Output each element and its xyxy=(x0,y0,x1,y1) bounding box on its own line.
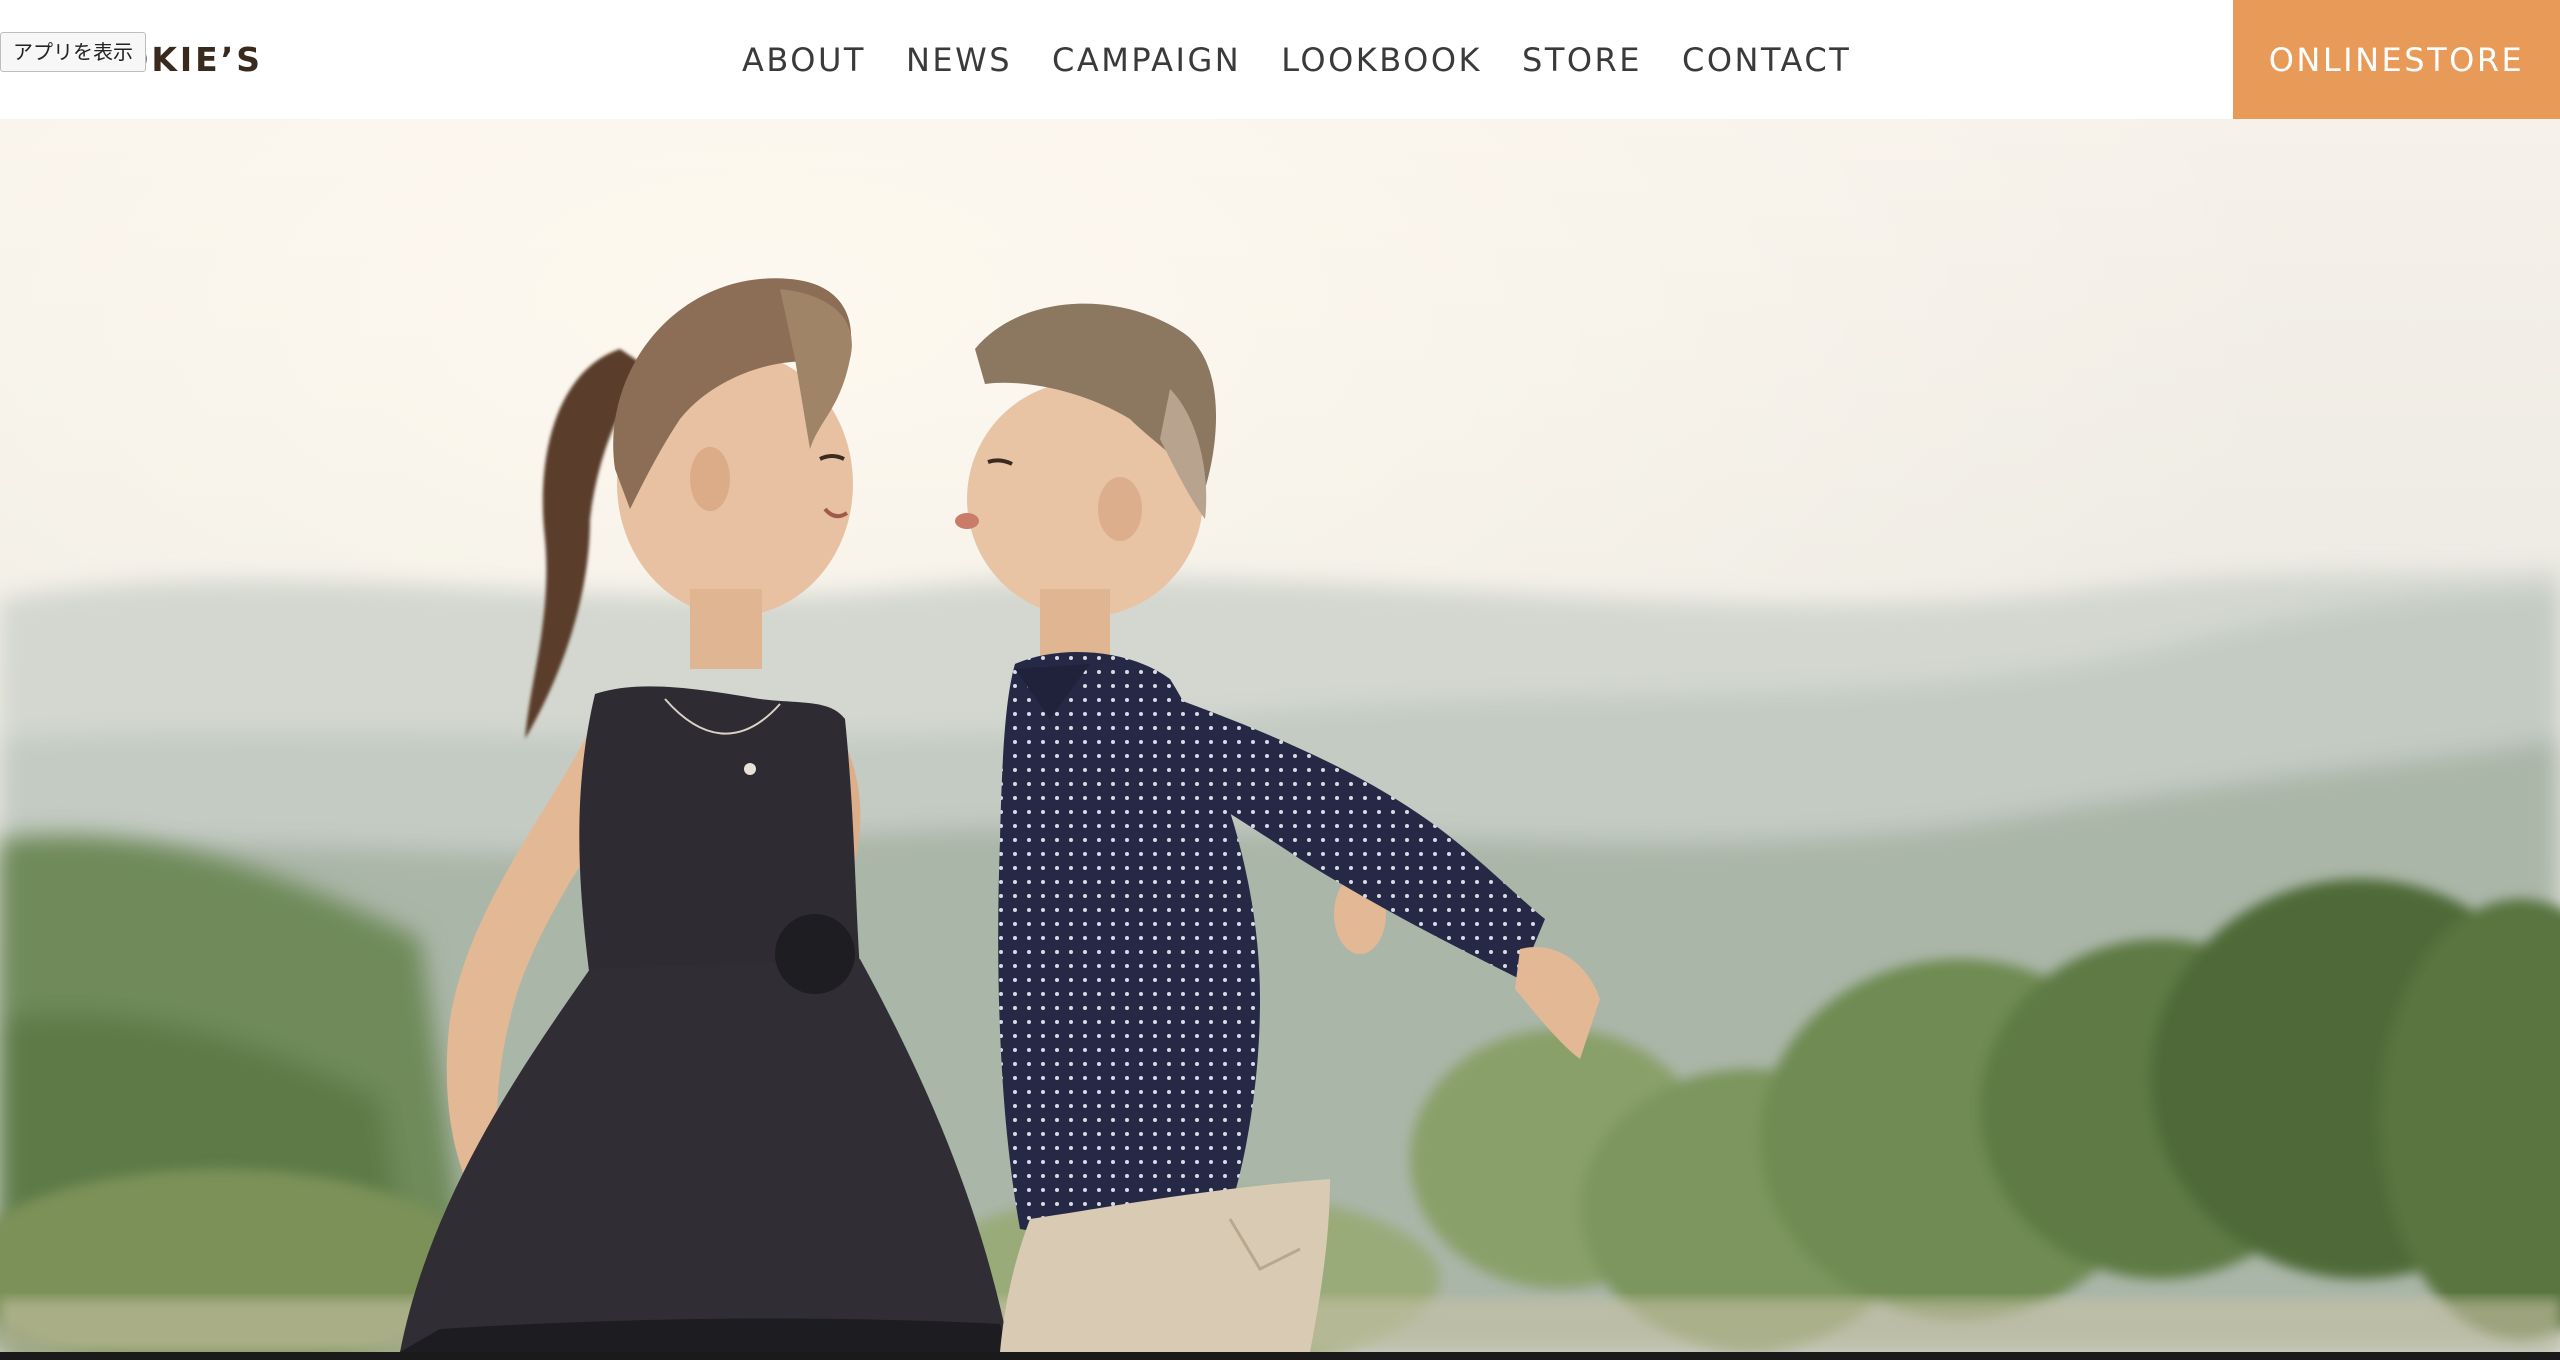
nav-store[interactable]: STORE xyxy=(1522,38,1642,82)
nav-about[interactable]: ABOUT xyxy=(742,38,866,82)
online-store-button[interactable]: ONLINESTORE xyxy=(2233,0,2560,119)
hero-image xyxy=(0,119,2560,1352)
main-nav: ABOUT NEWS CAMPAIGN LOOKBOOK STORE CONTA… xyxy=(742,38,1851,82)
nav-campaign[interactable]: CAMPAIGN xyxy=(1052,38,1241,82)
site-header: COOKIE’S アプリを表示 ABOUT NEWS CAMPAIGN LOOK… xyxy=(0,0,2560,119)
bottom-edge xyxy=(0,1352,2560,1360)
nav-lookbook[interactable]: LOOKBOOK xyxy=(1281,38,1482,82)
nav-news[interactable]: NEWS xyxy=(906,38,1012,82)
show-app-tooltip[interactable]: アプリを表示 xyxy=(0,32,146,72)
nav-contact[interactable]: CONTACT xyxy=(1682,38,1851,82)
hero-photo-illustration xyxy=(0,119,2560,1352)
